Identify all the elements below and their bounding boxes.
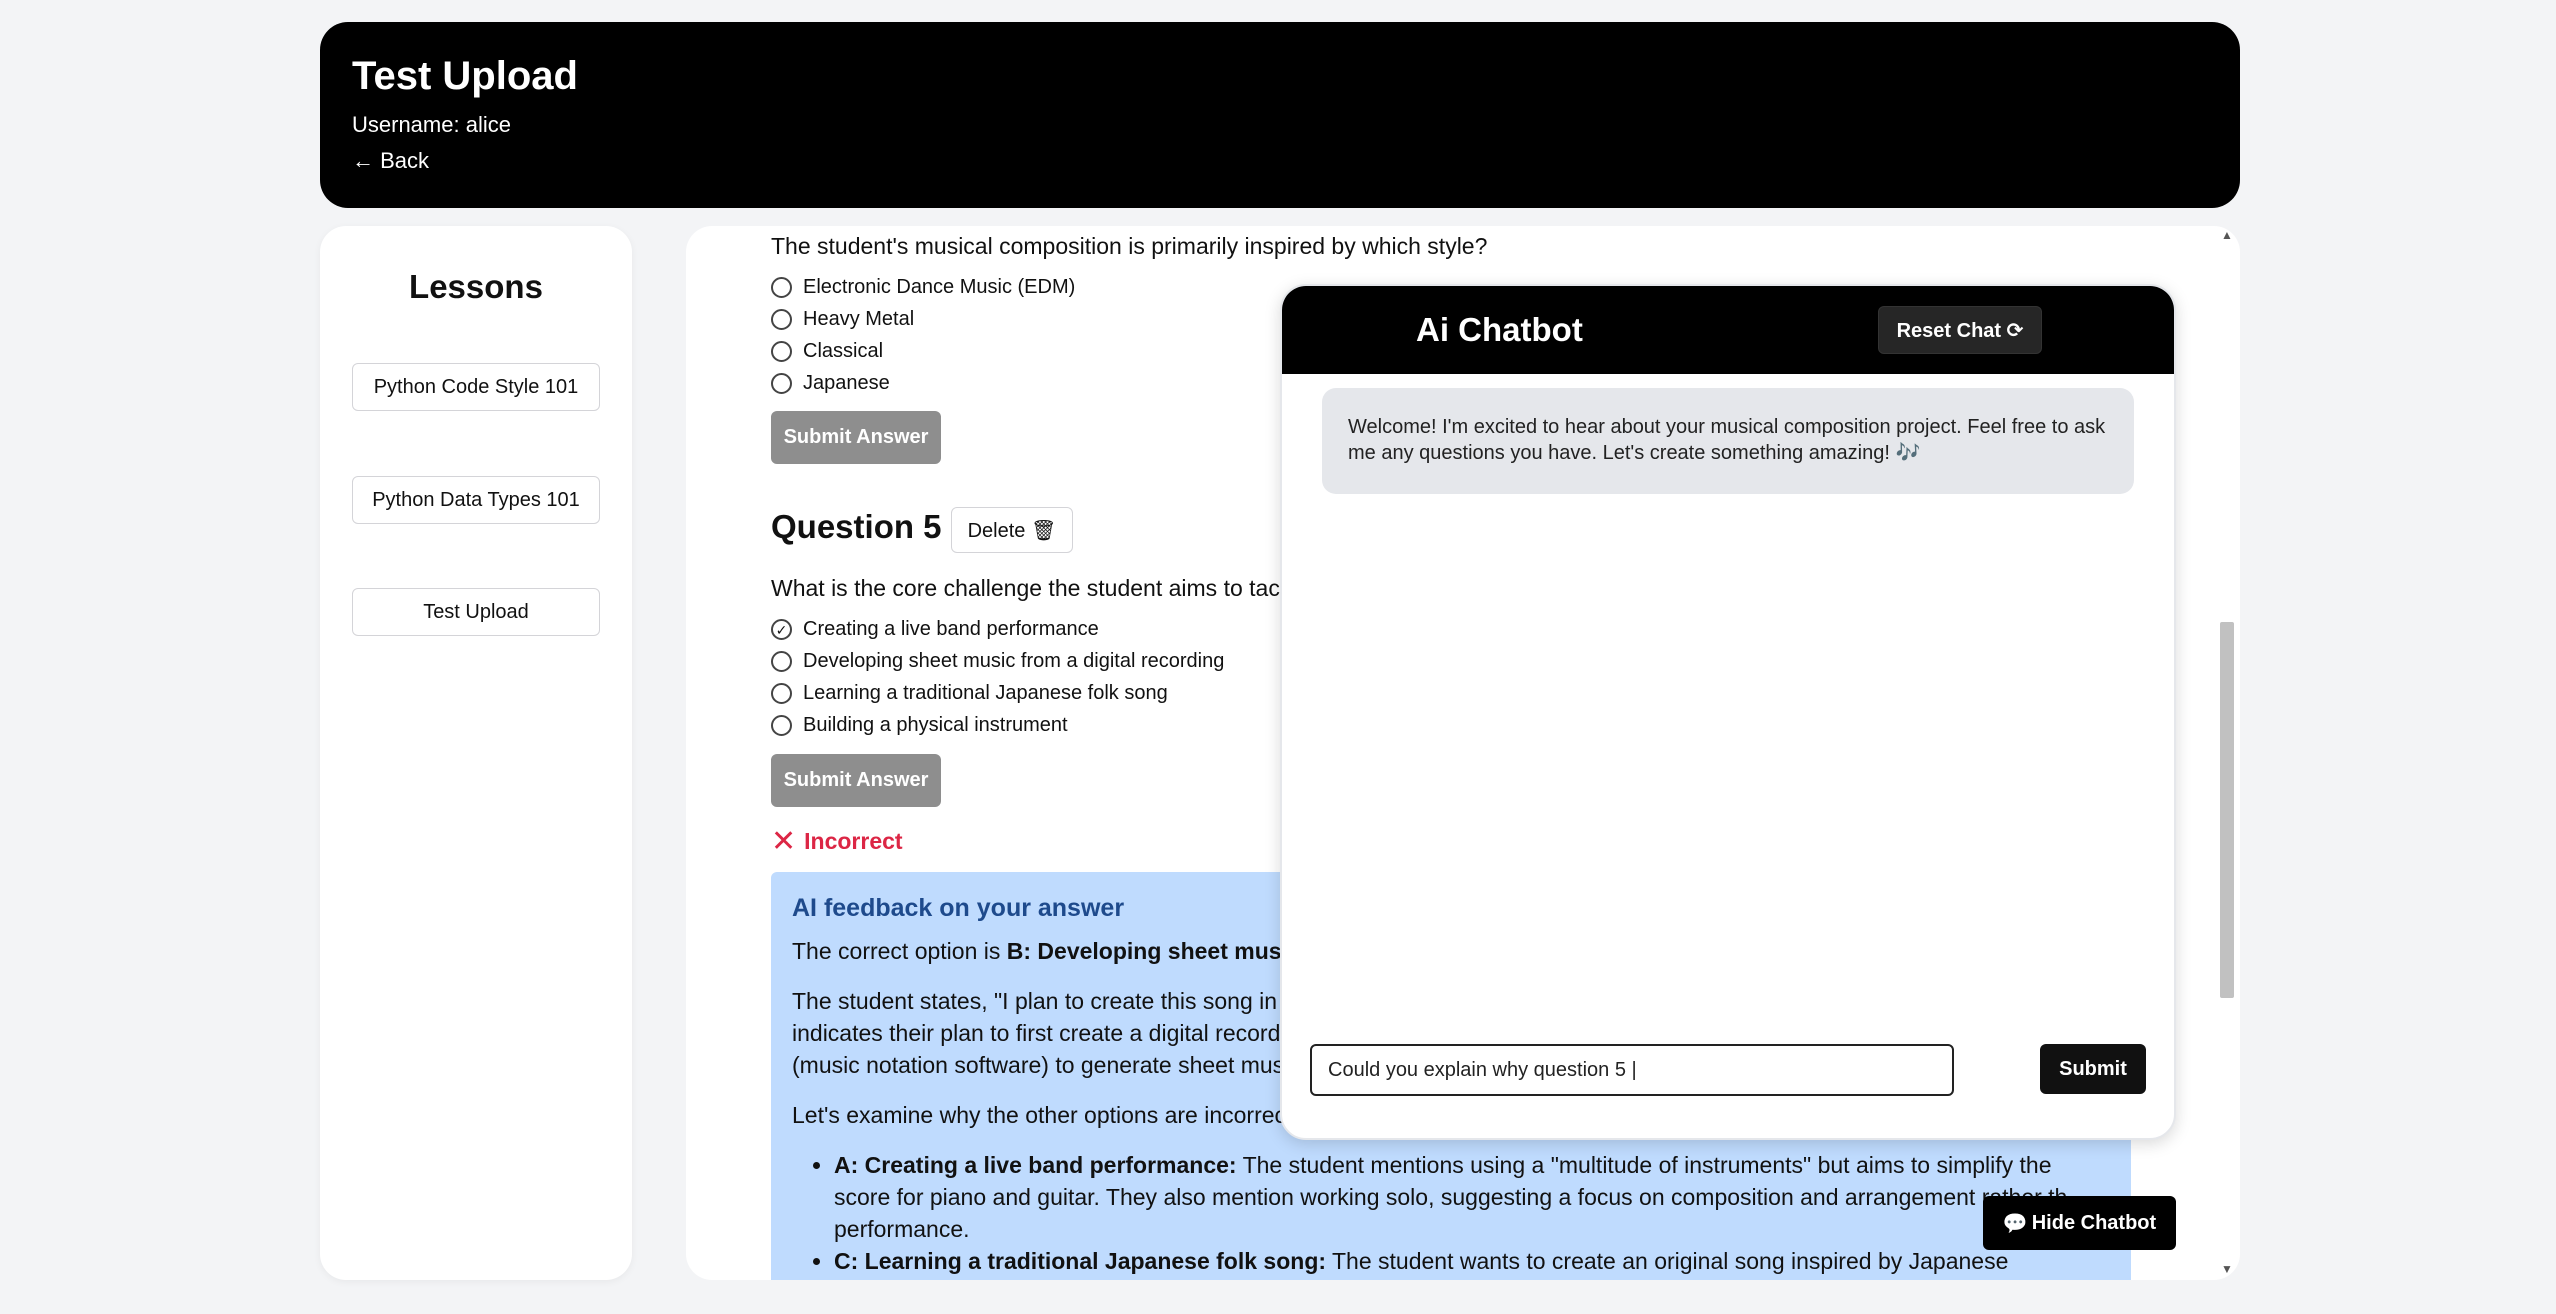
chat-input[interactable]: Could you explain why question 5 | bbox=[1310, 1044, 1954, 1096]
radio-icon[interactable] bbox=[771, 277, 792, 298]
question-5-submit-button[interactable]: Submit Answer bbox=[771, 754, 941, 807]
radio-icon[interactable] bbox=[771, 651, 792, 672]
sidebar-title: Lessons bbox=[409, 268, 543, 305]
chat-message-bot: Welcome! I'm excited to hear about your … bbox=[1322, 388, 2134, 494]
hide-chatbot-label: Hide Chatbot bbox=[2031, 1211, 2157, 1234]
question-4-submit-button[interactable]: Submit Answer bbox=[771, 411, 941, 464]
question-5-text: What is the core challenge the student a… bbox=[771, 575, 1292, 601]
question-5-option-d[interactable]: Building a physical instrument bbox=[771, 714, 1068, 737]
lesson-button-python-data-types[interactable]: Python Data Types 101 bbox=[352, 476, 600, 524]
option-label: Classical bbox=[803, 340, 884, 362]
question-4-option-a[interactable]: Electronic Dance Music (EDM) bbox=[771, 276, 1075, 299]
lesson-button-test-upload[interactable]: Test Upload bbox=[352, 588, 600, 636]
chatbot-title: Ai Chatbot bbox=[1416, 311, 1583, 348]
option-label: Japanese bbox=[803, 372, 890, 394]
radio-icon[interactable] bbox=[771, 309, 792, 330]
page-title: Test Upload bbox=[352, 54, 578, 98]
question-5-option-a[interactable]: ✓ Creating a live band performance bbox=[771, 618, 1099, 641]
result-status: ✕ Incorrect bbox=[771, 824, 903, 859]
question-4-text: The student's musical composition is pri… bbox=[771, 233, 1488, 259]
list-item: A: Creating a live band performance: The… bbox=[834, 1149, 2110, 1245]
option-label: Electronic Dance Music (EDM) bbox=[803, 276, 1076, 298]
lessons-sidebar: Lessons Python Code Style 101 Python Dat… bbox=[320, 226, 632, 1280]
chatbot-panel: Ai Chatbot Reset Chat ⟳ Welcome! I'm exc… bbox=[1280, 284, 2176, 1140]
scrollbar-thumb[interactable] bbox=[2220, 622, 2234, 998]
radio-icon[interactable] bbox=[771, 341, 792, 362]
list-item: C: Learning a traditional Japanese folk … bbox=[834, 1245, 2110, 1280]
option-label: Creating a live band performance bbox=[803, 618, 1099, 640]
feedback-correct-prefix: The correct option is bbox=[792, 938, 1007, 964]
radio-icon[interactable] bbox=[771, 715, 792, 736]
bullet-bold: C: Learning a traditional Japanese folk … bbox=[834, 1248, 1327, 1274]
feedback-correct-bold: B: Developing sheet music bbox=[1006, 938, 1301, 964]
username-label: Username: alice bbox=[352, 112, 511, 137]
option-label: Building a physical instrument bbox=[803, 714, 1068, 736]
radio-icon[interactable] bbox=[771, 373, 792, 394]
scroll-down-icon[interactable]: ▼ bbox=[2220, 1262, 2234, 1276]
chatbot-header: Ai Chatbot Reset Chat ⟳ bbox=[1282, 286, 2174, 374]
chat-bubble-icon: 💬 bbox=[2002, 1212, 2028, 1235]
result-label: Incorrect bbox=[804, 828, 903, 854]
radio-icon[interactable] bbox=[771, 683, 792, 704]
feedback-list: A: Creating a live band performance: The… bbox=[792, 1149, 2110, 1280]
option-label: Developing sheet music from a digital re… bbox=[803, 650, 1225, 672]
question-4-option-b[interactable]: Heavy Metal bbox=[771, 308, 914, 331]
question-5-option-c[interactable]: Learning a traditional Japanese folk son… bbox=[771, 682, 1168, 705]
scroll-up-icon[interactable]: ▲ bbox=[2220, 228, 2234, 242]
hide-chatbot-button[interactable]: 💬 Hide Chatbot bbox=[1983, 1196, 2176, 1250]
question-5-heading: Question 5 bbox=[771, 508, 942, 545]
page-header: Test Upload Username: alice ← Back bbox=[320, 22, 2240, 208]
question-4-option-c[interactable]: Classical bbox=[771, 340, 883, 363]
bullet-bold: A: Creating a live band performance: bbox=[834, 1152, 1237, 1178]
chat-submit-button[interactable]: Submit bbox=[2040, 1044, 2146, 1094]
option-label: Learning a traditional Japanese folk son… bbox=[803, 682, 1168, 704]
close-icon: ✕ bbox=[771, 825, 797, 858]
question-4-option-d[interactable]: Japanese bbox=[771, 372, 890, 395]
lesson-button-python-code-style[interactable]: Python Code Style 101 bbox=[352, 363, 600, 411]
option-label: Heavy Metal bbox=[803, 308, 915, 330]
delete-question-button[interactable]: Delete 🗑 bbox=[951, 507, 1073, 553]
question-5-option-b[interactable]: Developing sheet music from a digital re… bbox=[771, 650, 1224, 673]
reset-chat-button[interactable]: Reset Chat ⟳ bbox=[1878, 306, 2042, 354]
back-link[interactable]: ← Back bbox=[352, 148, 429, 174]
checked-radio-icon[interactable]: ✓ bbox=[771, 619, 792, 640]
